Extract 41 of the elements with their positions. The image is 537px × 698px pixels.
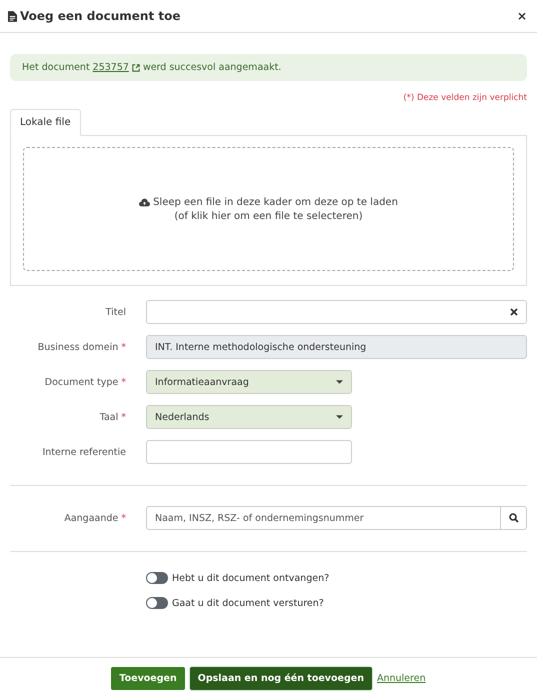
cancel-link[interactable]: Annuleren xyxy=(376,672,426,684)
search-icon xyxy=(508,513,518,523)
input-field[interactable]: INT. Interne methodologische ondersteuning xyxy=(146,335,527,359)
input-field[interactable] xyxy=(146,300,527,324)
input-field[interactable] xyxy=(146,440,352,464)
field-label: Document type xyxy=(44,376,118,388)
toggle-switch[interactable] xyxy=(146,572,168,584)
caret-icon xyxy=(336,415,343,419)
dropdown[interactable]: Informatieaanvraag xyxy=(146,370,352,394)
required-marker: * xyxy=(121,342,126,352)
alert-text: Het document xyxy=(22,62,90,73)
field-label: Taal xyxy=(100,412,118,422)
drop-instruction: Sleep een file in deze kader om deze op te laden xyxy=(153,196,398,208)
alert-text: werd succesvol aangemaakt. xyxy=(142,62,282,73)
caret-icon xyxy=(336,380,343,384)
toggle-label: Hebt u dit document ontvangen? xyxy=(172,572,330,584)
clear-icon[interactable] xyxy=(510,308,518,316)
search-field[interactable]: Naam, INSZ, RSZ- of ondernemingsnummer xyxy=(146,506,501,530)
drop-hint: (of klik hier om een file te selecteren) xyxy=(174,210,363,222)
field-label: Titel xyxy=(106,306,126,318)
search-button[interactable] xyxy=(501,506,527,530)
toggle-switch[interactable] xyxy=(146,597,168,609)
required-marker: * xyxy=(121,376,126,388)
external-link-icon xyxy=(132,64,140,72)
add-button[interactable]: Toevoegen xyxy=(111,666,185,690)
tab[interactable]: Lokale file xyxy=(10,109,81,136)
document-icon xyxy=(8,10,17,22)
required-marker: * xyxy=(121,512,126,524)
field-label: Aangaande xyxy=(64,512,118,524)
required-marker: * xyxy=(121,412,126,422)
field-label: Business domein xyxy=(38,342,118,352)
field-label: Interne referentie xyxy=(42,446,126,458)
toggle-label: Gaat u dit document versturen? xyxy=(172,598,324,608)
window-title: Voeg een document toe xyxy=(20,9,182,23)
drop-zone[interactable]: Sleep een file in deze kader om deze op te laden (of klik hier om een file te selecteren) xyxy=(23,147,514,271)
dropdown[interactable]: Nederlands xyxy=(146,405,352,429)
close-button[interactable]: × xyxy=(514,9,529,23)
document-link[interactable]: 253757 xyxy=(92,62,129,73)
cloud-upload-icon xyxy=(139,198,150,206)
save-and-add-button[interactable]: Opslaan en nog één toevoegen xyxy=(190,666,372,690)
required-note: (*) Deze velden zijn verplicht xyxy=(402,93,527,103)
